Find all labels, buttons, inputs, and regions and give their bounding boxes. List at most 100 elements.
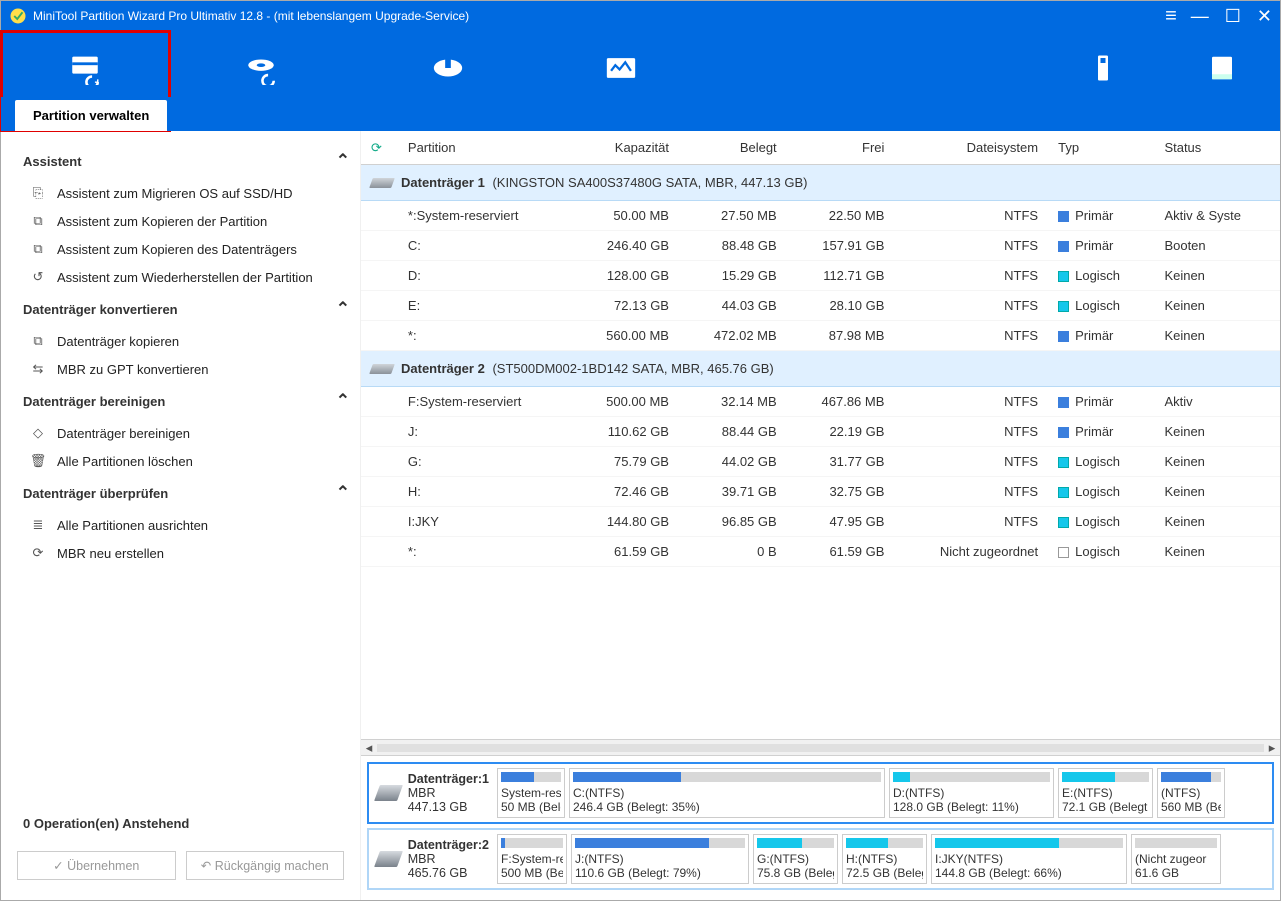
- sidebar-item[interactable]: ⧉ Datenträger kopieren: [23, 327, 350, 355]
- sidebar-item[interactable]: ⇆MBR zu GPT konvertieren: [23, 355, 350, 383]
- usage-bar: [1135, 838, 1217, 848]
- sidebar-item-label: Assistent zum Kopieren des Datenträgers: [57, 242, 297, 257]
- sidebar-item-label: Alle Partitionen löschen: [57, 454, 193, 469]
- group-header[interactable]: Datenträger überprüfen⌃: [23, 475, 350, 511]
- disk-map-partition[interactable]: J:(NTFS)110.6 GB (Belegt: 79%): [571, 834, 749, 884]
- partition-row[interactable]: I:JKY144.80 GB96.85 GB47.95 GBNTFSLogisc…: [361, 506, 1280, 536]
- app-icon: [9, 7, 27, 25]
- partition-row[interactable]: D:128.00 GB15.29 GB112.71 GBNTFSLogischK…: [361, 260, 1280, 290]
- action-icon: ⧉: [29, 333, 47, 349]
- disk-row[interactable]: Datenträger 2 (ST500DM002-1BD142 SATA, M…: [361, 350, 1280, 386]
- apply-button[interactable]: ✓ Übernehmen: [17, 851, 176, 880]
- sidebar-item-label: Assistent zum Migrieren OS auf SSD/HD: [57, 186, 293, 201]
- partition-row[interactable]: *:System-reserviert50.00 MB27.50 MB22.50…: [361, 200, 1280, 230]
- sidebar-item-label: Datenträger kopieren: [57, 334, 179, 349]
- action-icon: ⟳: [29, 545, 47, 561]
- chevron-up-icon: ⌃: [336, 483, 350, 503]
- group-header[interactable]: Assistent⌃: [23, 143, 350, 179]
- disk-icon: [374, 851, 403, 867]
- disk-map-area: Datenträger:1MBR447.13 GBSystem-res50 MB…: [361, 755, 1280, 900]
- disk-map-partition[interactable]: E:(NTFS)72.1 GB (Belegt: [1058, 768, 1153, 818]
- col-used[interactable]: Belegt: [679, 131, 787, 164]
- partition-row[interactable]: J:110.62 GB88.44 GB22.19 GBNTFSPrimärKei…: [361, 416, 1280, 446]
- refresh-icon[interactable]: ⟳: [371, 140, 382, 156]
- usage-bar: [501, 772, 561, 782]
- partition-row[interactable]: *:61.59 GB0 B61.59 GBNicht zugeordnetLog…: [361, 536, 1280, 566]
- col-partition[interactable]: Partition: [398, 131, 571, 164]
- sidebar-item[interactable]: ≣Alle Partitionen ausrichten: [23, 511, 350, 539]
- disk-map-label[interactable]: Datenträger:1MBR447.13 GB: [373, 768, 493, 818]
- usage-bar: [846, 838, 923, 848]
- type-swatch-icon: [1058, 331, 1069, 342]
- scroll-left-icon[interactable]: ◂: [361, 740, 377, 756]
- action-icon: ⇆: [29, 361, 47, 377]
- partition-row[interactable]: *:560.00 MB472.02 MB87.98 MBNTFSPrimärKe…: [361, 320, 1280, 350]
- col-type[interactable]: Typ: [1048, 131, 1154, 164]
- usage-bar: [757, 838, 834, 848]
- type-swatch-icon: [1058, 397, 1069, 408]
- sidebar-item[interactable]: 🗑Alle Partitionen löschen: [23, 447, 350, 475]
- partition-row[interactable]: E:72.13 GB44.03 GB28.10 GBNTFSLogischKei…: [361, 290, 1280, 320]
- minimize-button[interactable]: —: [1191, 7, 1209, 25]
- action-icon: ↺: [29, 269, 47, 285]
- sidebar-item-label: Datenträger bereinigen: [57, 426, 190, 441]
- horizontal-scrollbar[interactable]: ◂ ▸: [361, 739, 1280, 755]
- usage-bar: [935, 838, 1123, 848]
- type-swatch-icon: [1058, 457, 1069, 468]
- close-button[interactable]: ✕: [1257, 7, 1272, 25]
- maximize-button[interactable]: ☐: [1225, 7, 1241, 25]
- window-title: MiniTool Partition Wizard Pro Ultimativ …: [33, 9, 1165, 23]
- type-swatch-icon: [1058, 487, 1069, 498]
- bootable-icon: [1086, 51, 1120, 85]
- disk-map-row: Datenträger:1MBR447.13 GBSystem-res50 MB…: [367, 762, 1274, 824]
- sidebar-item-label: MBR neu erstellen: [57, 546, 164, 561]
- sidebar-item[interactable]: ⟳ MBR neu erstellen: [23, 539, 350, 567]
- sidebar-item-label: Assistent zum Kopieren der Partition: [57, 214, 267, 229]
- title-bar: MiniTool Partition Wizard Pro Ultimativ …: [1, 1, 1280, 31]
- sidebar-item[interactable]: ⧉Assistent zum Kopieren der Partition: [23, 207, 350, 235]
- disk-map-partition[interactable]: F:System-res500 MB (Bele: [497, 834, 567, 884]
- manual-icon: [1205, 51, 1239, 85]
- benchmark-icon: [431, 51, 465, 85]
- sidebar-item[interactable]: ↺Assistent zum Wiederherstellen der Part…: [23, 263, 350, 291]
- tabs: Partition verwalten: [1, 97, 1280, 131]
- sidebar-item[interactable]: ⧉Assistent zum Kopieren des Datenträgers: [23, 235, 350, 263]
- col-capacity[interactable]: Kapazität: [571, 131, 679, 164]
- sidebar-item[interactable]: ⎘ Assistent zum Migrieren OS auf SSD/HD: [23, 179, 350, 207]
- partition-row[interactable]: C:246.40 GB88.48 GB157.91 GBNTFSPrimärBo…: [361, 230, 1280, 260]
- sidebar-item[interactable]: ◇Datenträger bereinigen: [23, 419, 350, 447]
- disk-icon: [374, 785, 403, 801]
- partition-row[interactable]: H:72.46 GB39.71 GB32.75 GBNTFSLogischKei…: [361, 476, 1280, 506]
- type-swatch-icon: [1058, 241, 1069, 252]
- disk-map-partition[interactable]: D:(NTFS)128.0 GB (Belegt: 11%): [889, 768, 1054, 818]
- disk-map-partition[interactable]: H:(NTFS)72.5 GB (Belegt: 5: [842, 834, 927, 884]
- tab-partition-verwalten[interactable]: Partition verwalten: [15, 100, 167, 131]
- hamburger-icon[interactable]: ≡: [1165, 5, 1177, 28]
- disk-map-label[interactable]: Datenträger:2MBR465.76 GB: [373, 834, 493, 884]
- partition-table: ⟳ Partition Kapazität Belegt Frei Dateis…: [361, 131, 1280, 567]
- disk-map-partition[interactable]: (NTFS)560 MB (Bel: [1157, 768, 1225, 818]
- undo-button[interactable]: ↶ Rückgängig machen: [186, 851, 345, 880]
- type-swatch-icon: [1058, 517, 1069, 528]
- chevron-up-icon: ⌃: [336, 151, 350, 171]
- scroll-right-icon[interactable]: ▸: [1264, 740, 1280, 756]
- partition-row[interactable]: F:System-reserviert500.00 MB32.14 MB467.…: [361, 386, 1280, 416]
- disk-map-partition[interactable]: C:(NTFS)246.4 GB (Belegt: 35%): [569, 768, 885, 818]
- type-swatch-icon: [1058, 301, 1069, 312]
- disk-row[interactable]: Datenträger 1 (KINGSTON SA400S37480G SAT…: [361, 164, 1280, 200]
- usage-bar: [1161, 772, 1221, 782]
- usage-bar: [501, 838, 563, 848]
- type-swatch-icon: [1058, 547, 1069, 558]
- group-header[interactable]: Datenträger konvertieren⌃: [23, 291, 350, 327]
- disk-map-partition[interactable]: G:(NTFS)75.8 GB (Belegt: 5: [753, 834, 838, 884]
- group-header[interactable]: Datenträger bereinigen⌃: [23, 383, 350, 419]
- col-status[interactable]: Status: [1154, 131, 1280, 164]
- disk-map-partition[interactable]: System-res50 MB (Bele: [497, 768, 565, 818]
- disk-map-partition[interactable]: I:JKY(NTFS)144.8 GB (Belegt: 66%): [931, 834, 1127, 884]
- col-free[interactable]: Frei: [787, 131, 895, 164]
- action-icon: ⎘: [29, 185, 47, 201]
- disk-map-partition[interactable]: (Nicht zugeor61.6 GB: [1131, 834, 1221, 884]
- content-area: ⟳ Partition Kapazität Belegt Frei Dateis…: [361, 131, 1280, 900]
- col-fs[interactable]: Dateisystem: [894, 131, 1048, 164]
- partition-row[interactable]: G:75.79 GB44.02 GB31.77 GBNTFSLogischKei…: [361, 446, 1280, 476]
